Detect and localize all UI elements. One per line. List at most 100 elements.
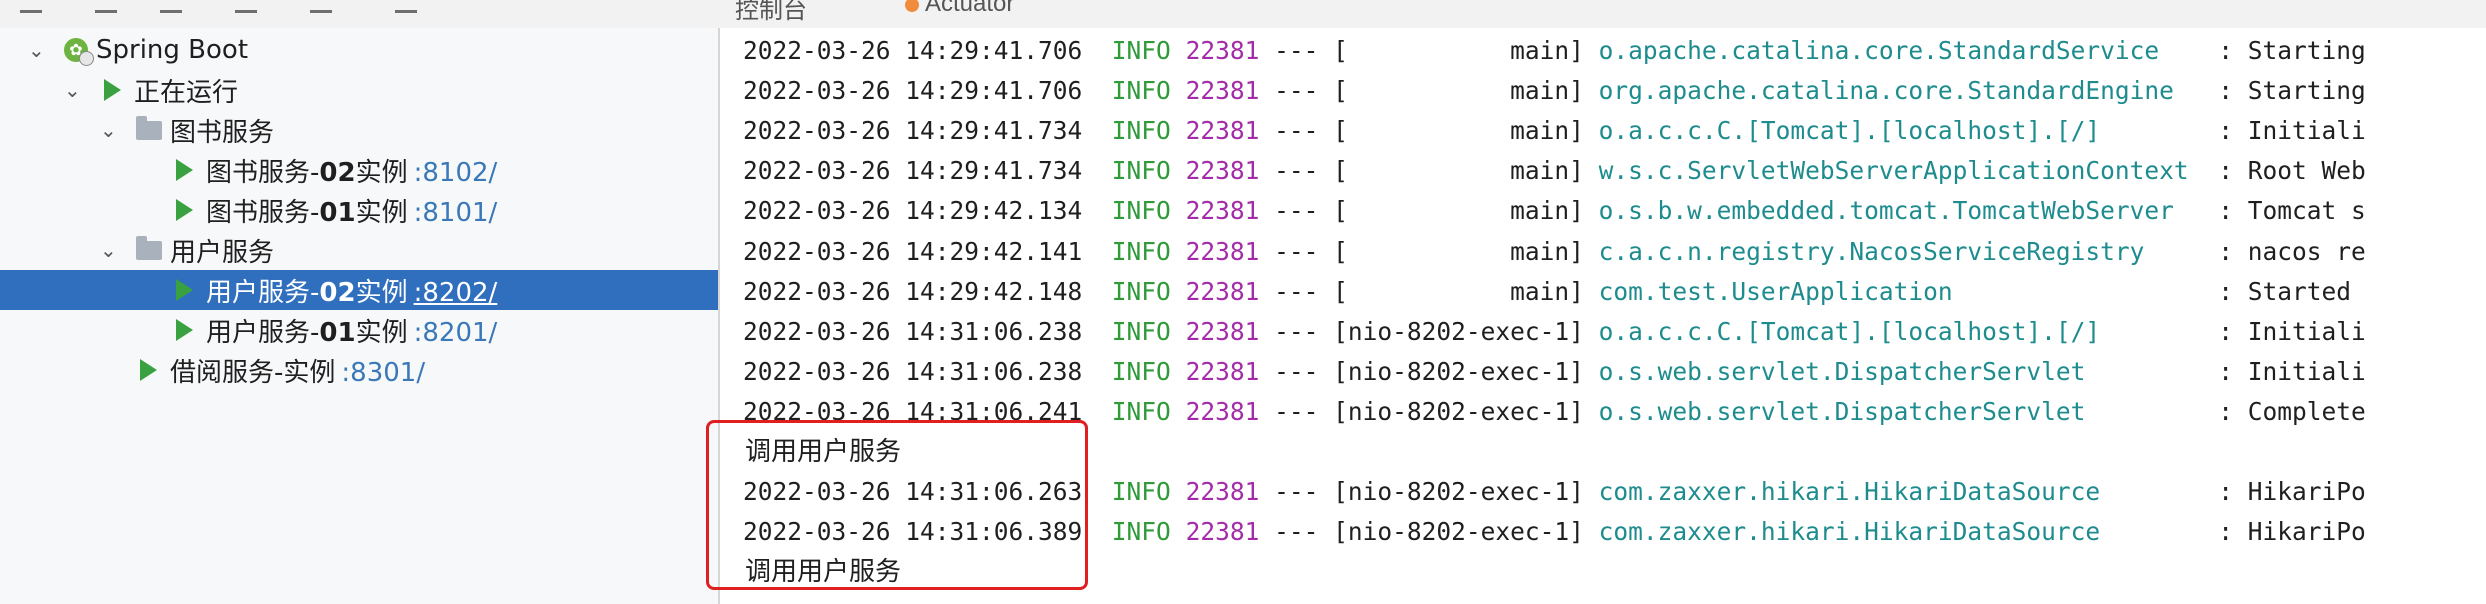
log-message: : HikariPo (2218, 517, 2366, 546)
tree-node-label: 图书服务-02实例:8102/ (206, 157, 498, 188)
log-logger: o.s.b.w.embedded.tomcat.TomcatWebServer (1598, 196, 2204, 225)
log-pid: 22381 (1185, 196, 1260, 225)
log-separator: --- (1274, 237, 1319, 266)
log-line: 2022-03-26 14:29:42.134 INFO 22381 --- [… (743, 191, 2366, 231)
layout-icon[interactable] (160, 2, 182, 13)
tree-node-label: 正在运行 (134, 77, 239, 108)
log-level: INFO (1111, 156, 1171, 185)
log-timestamp: 2022-03-26 14:29:41.734 (743, 116, 1083, 145)
log-pid: 22381 (1185, 237, 1260, 266)
run-icon (176, 319, 193, 341)
log-message: : Root Web (2218, 156, 2366, 185)
log-level: INFO (1111, 116, 1171, 145)
highlight-box (706, 420, 1088, 590)
run-icon (176, 279, 193, 301)
chevron-down-icon[interactable]: ⌄ (100, 238, 117, 262)
tree-node-book-service[interactable]: ⌄ 图书服务 (0, 110, 718, 150)
log-pid: 22381 (1185, 357, 1260, 386)
log-separator: --- (1274, 517, 1319, 546)
folder-icon (136, 115, 162, 140)
services-tree: ⌄ ✿ Spring Boot ⌄ 正在运行 ⌄ 图书服务 图书服务-02实例:… (0, 28, 720, 604)
log-logger: com.test.UserApplication (1598, 277, 2204, 306)
log-line: 2022-03-26 14:29:41.706 INFO 22381 --- [… (743, 31, 2366, 71)
log-message: : Complete (2218, 397, 2366, 426)
tree-node-borrow-service[interactable]: 借阅服务-实例:8301/ (0, 350, 718, 390)
port-link[interactable]: :8101/ (414, 198, 498, 228)
log-pid: 22381 (1185, 397, 1260, 426)
log-pid: 22381 (1185, 477, 1260, 506)
chevron-down-icon[interactable]: ⌄ (64, 78, 81, 102)
log-pid: 22381 (1185, 517, 1260, 546)
log-pid: 22381 (1185, 156, 1260, 185)
log-separator: --- (1274, 156, 1319, 185)
port-link[interactable]: :8301/ (341, 358, 425, 388)
log-message: : Tomcat s (2218, 196, 2366, 225)
log-level: INFO (1111, 196, 1171, 225)
chevron-down-icon[interactable]: ⌄ (100, 118, 117, 142)
log-thread: [ main] (1333, 156, 1584, 185)
log-thread: [ main] (1333, 76, 1584, 105)
log-line: 2022-03-26 14:29:41.706 INFO 22381 --- [… (743, 71, 2366, 111)
log-level: INFO (1111, 357, 1171, 386)
tree-node-book-service-01[interactable]: 图书服务-01实例:8101/ (0, 190, 718, 230)
log-separator: --- (1274, 397, 1319, 426)
log-separator: --- (1274, 277, 1319, 306)
tree-node-label: 借阅服务-实例:8301/ (170, 357, 426, 388)
log-message: : Initiali (2218, 116, 2366, 145)
tree-node-label: 用户服务-02实例:8202/ (206, 277, 498, 308)
log-timestamp: 2022-03-26 14:31:06.238 (743, 317, 1083, 346)
log-timestamp: 2022-03-26 14:29:42.134 (743, 196, 1083, 225)
toggle-icon[interactable] (310, 2, 332, 13)
log-level: INFO (1111, 237, 1171, 266)
log-timestamp: 2022-03-26 14:29:41.706 (743, 76, 1083, 105)
log-message: : Initiali (2218, 357, 2366, 386)
log-thread: [nio-8202-exec-1] (1333, 317, 1584, 346)
log-timestamp: 2022-03-26 14:29:42.141 (743, 237, 1083, 266)
log-logger: com.zaxxer.hikari.HikariDataSource (1598, 517, 2204, 546)
actuator-icon (905, 0, 919, 12)
spring-boot-icon: ✿ (64, 38, 94, 66)
log-thread: [ main] (1333, 237, 1584, 266)
download-icon[interactable] (20, 2, 42, 13)
chevron-down-icon[interactable]: ⌄ (28, 38, 45, 62)
filter-icon[interactable] (235, 2, 257, 13)
tree-node-user-service[interactable]: ⌄ 用户服务 (0, 230, 718, 270)
tree-node-running[interactable]: ⌄ 正在运行 (0, 70, 718, 110)
log-separator: --- (1274, 477, 1319, 506)
log-logger: o.apache.catalina.core.StandardService (1598, 36, 2204, 65)
log-logger: org.apache.catalina.core.StandardEngine (1598, 76, 2204, 105)
log-message: : Initiali (2218, 317, 2366, 346)
log-level: INFO (1111, 277, 1171, 306)
log-pid: 22381 (1185, 116, 1260, 145)
log-thread: [nio-8202-exec-1] (1333, 517, 1584, 546)
run-icon (104, 79, 121, 101)
tree-node-user-service-01[interactable]: 用户服务-01实例:8201/ (0, 310, 718, 350)
run-icon (176, 199, 193, 221)
tree-node-book-service-02[interactable]: 图书服务-02实例:8102/ (0, 150, 718, 190)
log-line: 2022-03-26 14:31:06.238 INFO 22381 --- [… (743, 352, 2366, 392)
log-message: : Started (2218, 277, 2366, 306)
tree-node-label: Spring Boot (96, 35, 249, 65)
port-link[interactable]: :8102/ (414, 158, 498, 188)
log-thread: [ main] (1333, 196, 1584, 225)
log-line: 2022-03-26 14:29:42.141 INFO 22381 --- [… (743, 232, 2366, 272)
port-link[interactable]: :8201/ (414, 318, 498, 348)
port-link[interactable]: :8202/ (414, 278, 498, 308)
tab-actuator[interactable]: Actuator (905, 0, 1014, 18)
log-thread: [ main] (1333, 277, 1584, 306)
more-icon[interactable] (395, 2, 417, 13)
upload-icon[interactable] (95, 2, 117, 13)
tab-console[interactable]: 控制台 (735, 0, 807, 25)
tree-node-user-service-02[interactable]: 用户服务-02实例:8202/ (0, 270, 718, 310)
log-pid: 22381 (1185, 76, 1260, 105)
log-level: INFO (1111, 317, 1171, 346)
folder-icon (136, 235, 162, 260)
log-separator: --- (1274, 317, 1319, 346)
log-logger: w.s.c.ServletWebServerApplicationContext (1598, 156, 2204, 185)
log-thread: [nio-8202-exec-1] (1333, 357, 1584, 386)
log-pid: 22381 (1185, 36, 1260, 65)
tree-node-spring-boot[interactable]: ⌄ ✿ Spring Boot (0, 30, 718, 70)
tree-node-label: 用户服务 (170, 237, 275, 268)
log-message: : Starting (2218, 36, 2366, 65)
log-separator: --- (1274, 116, 1319, 145)
